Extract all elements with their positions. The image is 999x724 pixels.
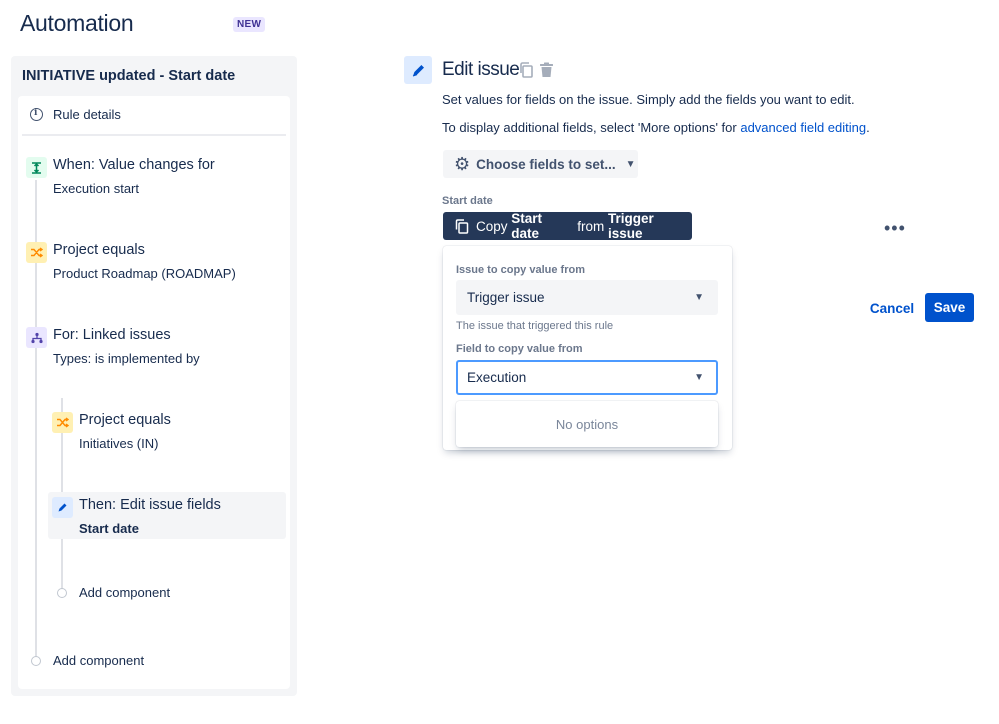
chevron-down-icon: ▼ (694, 292, 704, 303)
component-title: Edit issue (442, 59, 520, 80)
add-dot-icon (31, 656, 41, 666)
edit-issue-icon (404, 56, 432, 84)
copy-value-popup: Issue to copy value from Trigger issue ▼… (443, 246, 732, 450)
page-title: Automation (20, 10, 134, 36)
branch-step[interactable]: For: Linked issues Types: is implemented… (18, 326, 290, 372)
save-button[interactable]: Save (925, 293, 974, 322)
issue-source-select[interactable]: Trigger issue ▼ (456, 280, 718, 315)
nested-condition-step[interactable]: Project equals Initiatives (IN) (44, 411, 290, 457)
copy-value-button[interactable]: Copy Start date from Trigger issue (443, 211, 692, 241)
hint-suffix: . (866, 120, 870, 135)
copy-label-pre: Copy (476, 218, 508, 234)
trash-icon[interactable] (539, 62, 554, 83)
info-icon (30, 108, 43, 121)
step-title: When: Value changes for (53, 157, 215, 173)
step-subtitle: Start date (79, 521, 139, 536)
add-component-outer[interactable]: Add component (53, 653, 144, 668)
add-component-inner[interactable]: Add component (79, 585, 170, 600)
rule-panel: INITIATIVE updated - Start date Rule det… (11, 56, 297, 696)
step-title: Project equals (53, 242, 145, 258)
more-actions-icon[interactable]: ••• (884, 218, 906, 239)
step-subtitle: Product Roadmap (ROADMAP) (53, 266, 236, 281)
rule-details-item[interactable]: Rule details (22, 96, 286, 136)
copy-label-mid: from (577, 218, 605, 234)
copy-icon (455, 218, 469, 234)
issue-source-help: The issue that triggered this rule (456, 320, 614, 332)
add-dot-icon (57, 588, 67, 598)
field-source-label: Field to copy value from (456, 343, 583, 355)
field-label: Start date (442, 195, 493, 207)
step-subtitle: Initiatives (IN) (79, 436, 159, 451)
step-subtitle: Types: is implemented by (53, 351, 200, 366)
chevron-down-icon: ▼ (625, 158, 636, 170)
new-badge: NEW (233, 17, 266, 32)
rule-details-label: Rule details (53, 107, 121, 122)
step-title: Then: Edit issue fields (79, 497, 221, 513)
copy-label-source: Trigger issue (608, 211, 654, 241)
choose-fields-button[interactable]: ⚙ Choose fields to set... ▼ (443, 150, 638, 178)
step-subtitle: Execution start (53, 181, 139, 196)
trigger-step[interactable]: When: Value changes for Execution start (18, 156, 290, 202)
choose-fields-label: Choose fields to set... (476, 156, 616, 172)
no-options-text: No options (555, 416, 619, 432)
step-title: For: Linked issues (53, 327, 171, 343)
issue-source-label: Issue to copy value from (456, 264, 585, 276)
field-source-value[interactable]: Execution (467, 370, 526, 385)
component-description: Set values for fields on the issue. Simp… (442, 92, 855, 107)
duplicate-icon[interactable] (519, 62, 534, 83)
rule-chain: Rule details When: Value changes for Exe… (18, 96, 290, 689)
field-options-menu: No options (456, 401, 718, 447)
advanced-field-editing-link[interactable]: advanced field editing (740, 120, 866, 135)
condition-icon (52, 412, 73, 433)
rule-name: INITIATIVE updated - Start date (22, 68, 236, 84)
issue-source-value: Trigger issue (467, 290, 545, 305)
copy-label-field: Start date (511, 211, 543, 241)
chevron-down-icon: ▼ (694, 372, 704, 383)
condition-icon (26, 242, 47, 263)
gear-icon: ⚙ (454, 153, 471, 174)
trigger-icon (26, 157, 47, 178)
hint-text: To display additional fields, select 'Mo… (442, 120, 741, 135)
branch-icon (26, 327, 47, 348)
field-source-select[interactable]: Execution ▼ (456, 360, 718, 395)
cancel-button[interactable]: Cancel (866, 294, 918, 322)
pencil-icon (52, 497, 73, 518)
step-title: Project equals (79, 412, 171, 428)
action-step[interactable]: Then: Edit issue fields Start date (44, 496, 290, 542)
more-options-hint: To display additional fields, select 'Mo… (442, 120, 870, 135)
condition-step[interactable]: Project equals Product Roadmap (ROADMAP) (18, 241, 290, 287)
